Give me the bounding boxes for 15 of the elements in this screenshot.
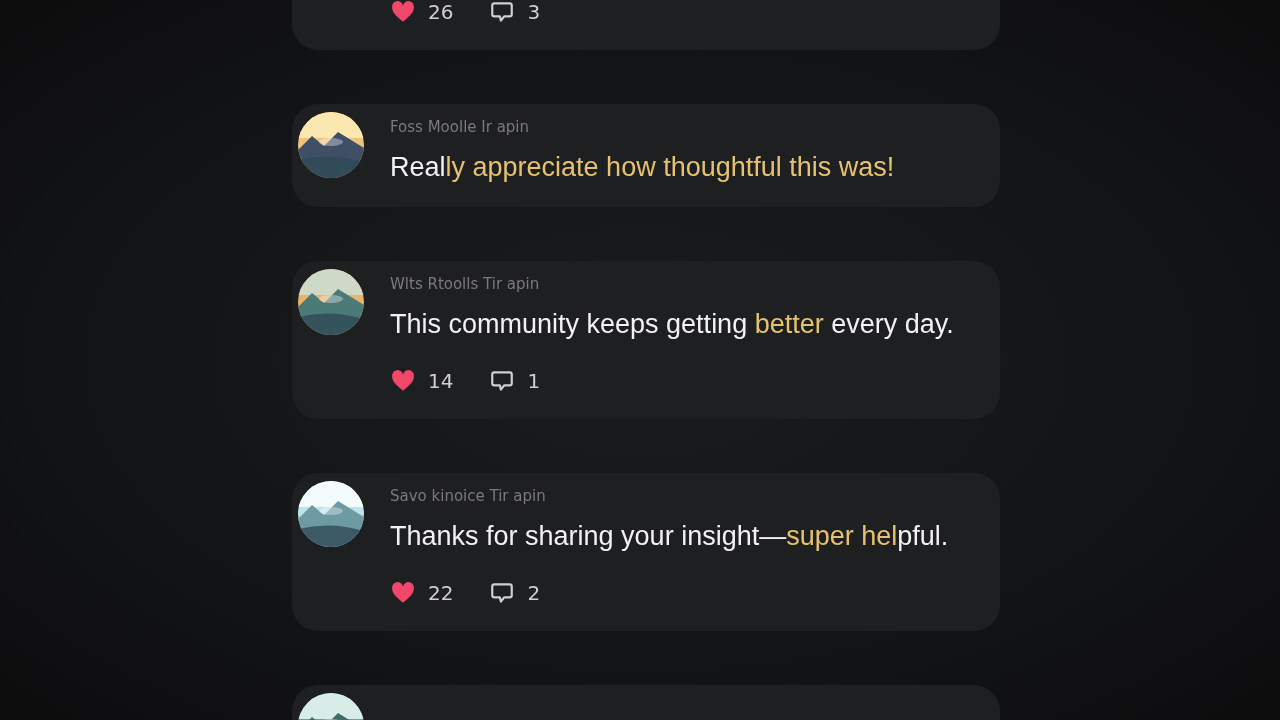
like-button[interactable]: 26 (390, 0, 454, 26)
reply-button[interactable]: 3 (489, 0, 541, 26)
like-button[interactable]: 22 (390, 579, 454, 607)
comment-text: Thanks for sharing your insight—super helpful. (390, 520, 949, 552)
author-name: Wlts Rtoolls Tir apin (390, 275, 541, 293)
author-name: Foss Moolle Ir apin (390, 118, 531, 136)
speech-bubble-icon (489, 580, 516, 606)
reply-button[interactable]: 1 (489, 367, 541, 395)
author-name: Savo kinoice Tir apin (390, 487, 547, 505)
comment-text: This community keeps getting better every day. (390, 308, 954, 340)
like-button[interactable]: 14 (390, 367, 454, 395)
speech-bubble-icon (489, 368, 516, 394)
comment-text: Really appreciate how thoughtful this was! (390, 151, 895, 183)
speech-bubble-icon (489, 0, 516, 25)
reply-button[interactable]: 2 (489, 579, 541, 607)
